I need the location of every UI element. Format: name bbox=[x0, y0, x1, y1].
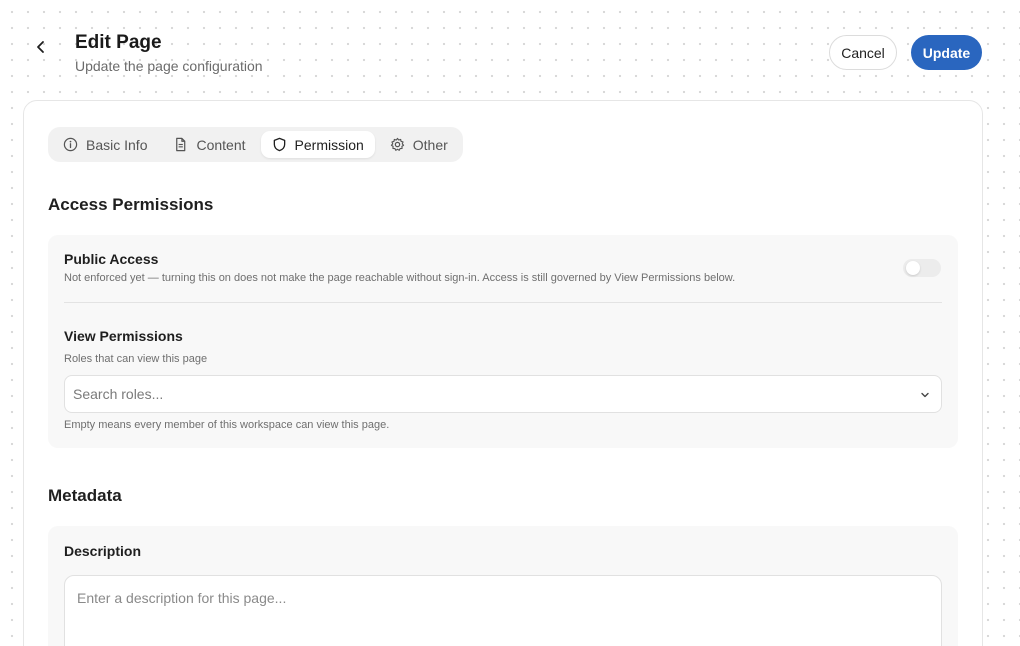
view-permissions-help: Roles that can view this page bbox=[64, 353, 208, 365]
view-permissions-footnote: Empty means every member of this workspa… bbox=[64, 419, 390, 431]
metadata-panel: Description bbox=[48, 526, 958, 646]
toggle-knob bbox=[906, 261, 920, 275]
cancel-button[interactable]: Cancel bbox=[829, 35, 897, 70]
chevron-left-icon bbox=[37, 41, 44, 53]
access-permissions-panel: Public Access Not enforced yet — turning… bbox=[48, 235, 958, 448]
tab-bar: Basic Info Content Permission Other bbox=[48, 127, 463, 162]
shield-icon bbox=[273, 137, 285, 152]
public-access-help: Not enforced yet — turning this on does … bbox=[64, 272, 736, 284]
public-access-toggle[interactable] bbox=[903, 259, 941, 277]
divider bbox=[64, 302, 942, 303]
tab-label: Content bbox=[196, 136, 246, 153]
roles-select[interactable] bbox=[64, 375, 942, 413]
page-subtitle: Update the page configuration bbox=[75, 58, 263, 74]
access-permissions-heading: Access Permissions bbox=[48, 195, 214, 214]
tab-other[interactable]: Other bbox=[379, 131, 459, 158]
page-header: Edit Page Update the page configuration … bbox=[0, 0, 1020, 100]
public-access-label: Public Access bbox=[64, 251, 159, 267]
description-textarea[interactable] bbox=[64, 575, 942, 646]
page-title: Edit Page bbox=[75, 32, 162, 53]
document-icon bbox=[176, 137, 186, 152]
chevron-down-icon[interactable] bbox=[919, 389, 931, 401]
metadata-heading: Metadata bbox=[48, 486, 122, 505]
gear-icon bbox=[390, 137, 404, 151]
tab-label: Permission bbox=[294, 136, 364, 153]
tab-label: Basic Info bbox=[86, 136, 148, 153]
tab-permission[interactable]: Permission bbox=[260, 131, 375, 158]
back-button[interactable] bbox=[30, 36, 52, 58]
update-button[interactable]: Update bbox=[911, 35, 982, 70]
tab-label: Other bbox=[412, 136, 448, 153]
info-icon bbox=[63, 137, 78, 152]
tab-basic-info[interactable]: Basic Info bbox=[52, 131, 158, 158]
description-label: Description bbox=[64, 543, 142, 559]
tab-content[interactable]: Content bbox=[162, 131, 256, 158]
edit-form-card: Basic Info Content Permission Other Acce… bbox=[23, 100, 983, 646]
roles-search-input[interactable] bbox=[73, 385, 893, 403]
view-permissions-label: View Permissions bbox=[64, 328, 183, 344]
